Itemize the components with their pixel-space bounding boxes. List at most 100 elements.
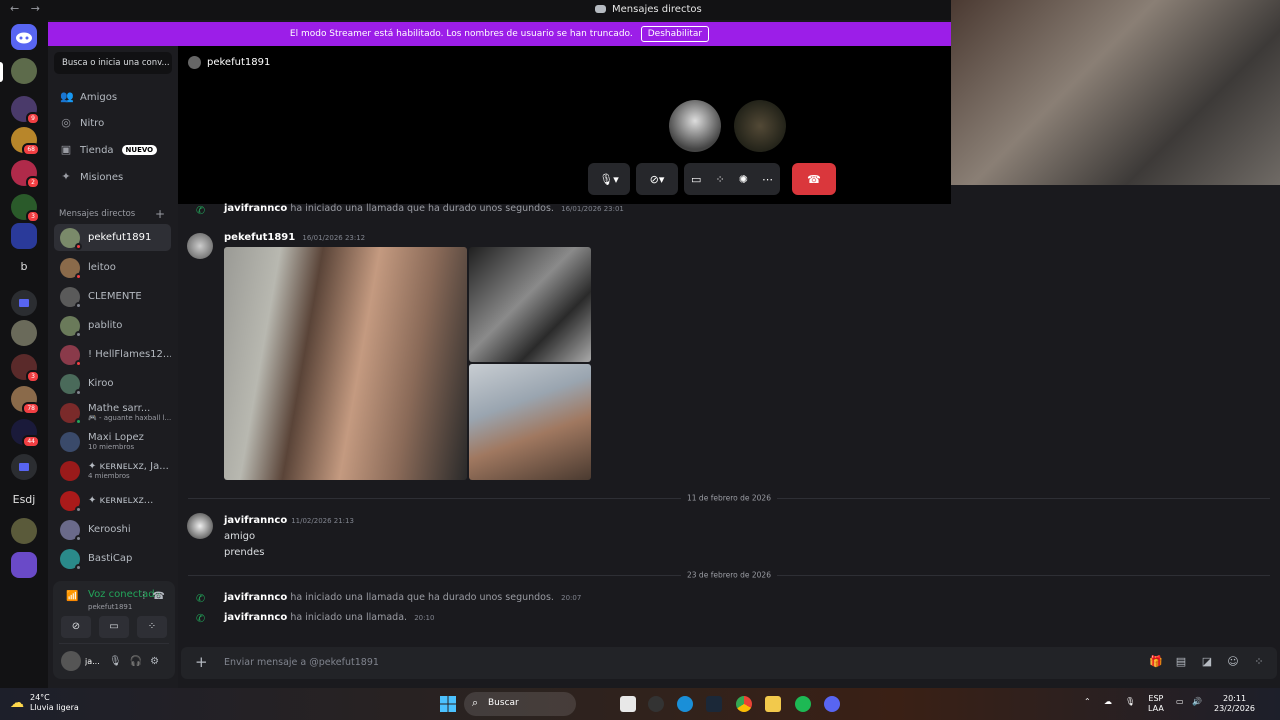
taskbar-search[interactable]: ⌕ Buscar	[464, 692, 576, 716]
server-icon[interactable]: 3	[11, 354, 40, 383]
language-indicator[interactable]: ESP LAA	[1148, 694, 1164, 714]
avatar[interactable]	[187, 233, 213, 259]
image-attachment[interactable]	[469, 364, 591, 480]
dm-item[interactable]: Maxi Lopez 10 miembros	[54, 428, 171, 455]
voice-status[interactable]: Voz conectada	[88, 589, 161, 600]
noise-suppression-icon[interactable]: ⫶	[143, 591, 146, 602]
participant-avatar[interactable]	[734, 100, 786, 152]
file-explorer-icon[interactable]	[620, 696, 636, 712]
nav-friends[interactable]: 👥 Amigos	[60, 91, 117, 103]
dm-item[interactable]: leitoo	[54, 254, 171, 281]
image-attachment[interactable]	[224, 247, 467, 480]
server-icon[interactable]: 2	[11, 160, 40, 189]
headphones-icon[interactable]: 🎧	[130, 656, 142, 667]
volume-icon[interactable]: 🔊	[1192, 697, 1202, 707]
dm-item[interactable]: ✦ ᴋᴇʀɴᴇʟxᴢ, Ja... 4 miembros	[54, 457, 171, 484]
server-icon[interactable]	[11, 223, 37, 249]
steam-icon[interactable]	[706, 696, 722, 712]
dm-item[interactable]: Kerooshi	[54, 516, 171, 543]
server-icon[interactable]	[11, 58, 37, 84]
dm-item[interactable]: Kiroo	[54, 370, 171, 397]
camera-button[interactable]: ⊘▾	[636, 163, 678, 195]
screen-share-button[interactable]: ▭	[99, 616, 129, 638]
server-initial[interactable]: Esdj	[8, 493, 40, 506]
message-composer: + Enviar mensaje a @pekefut1891 🎁 ▤ ◪ ☺ …	[181, 647, 1277, 679]
dm-item[interactable]: ✦ ᴋᴇʀɴᴇʟxᴢ...	[54, 487, 171, 514]
soundboard-icon[interactable]: ✺	[739, 173, 748, 186]
more-icon[interactable]: ⋯	[762, 173, 773, 186]
window-title-text: Mensajes directos	[612, 4, 702, 15]
date-divider: 11 de febrero de 2026	[188, 493, 1270, 503]
server-icon[interactable]: 9	[11, 96, 40, 125]
apps-icon[interactable]: ⁘	[1253, 656, 1265, 668]
forward-button[interactable]: →	[31, 2, 40, 15]
activities-icon[interactable]: ⁘	[715, 173, 724, 186]
discord-taskbar-icon[interactable]	[824, 696, 840, 712]
app-icon[interactable]	[648, 696, 664, 712]
status-indicator	[75, 272, 82, 280]
server-icon[interactable]	[11, 320, 37, 346]
edge-icon[interactable]	[677, 696, 693, 712]
server-icon[interactable]: 68	[11, 127, 40, 156]
new-badge: NUEVO	[121, 145, 158, 155]
mic-icon[interactable]: 🎙	[109, 656, 122, 667]
search-input[interactable]: Busca o inicia una conv...	[54, 52, 172, 74]
avatar[interactable]	[61, 651, 81, 671]
sticker-icon[interactable]: ◪	[1201, 656, 1213, 668]
disable-streamer-button[interactable]: Deshabilitar	[640, 26, 710, 42]
mic-tray-icon[interactable]: 🎙	[1125, 697, 1135, 707]
gif-icon[interactable]: ▤	[1175, 656, 1187, 668]
home-button[interactable]	[11, 24, 37, 50]
status-indicator	[75, 417, 82, 425]
server-initial[interactable]: b	[8, 260, 40, 273]
server-icon[interactable]: 44	[11, 419, 40, 448]
attach-plus-icon[interactable]: +	[195, 653, 208, 671]
avatar[interactable]	[187, 513, 213, 539]
emoji-icon[interactable]: ☺	[1227, 656, 1239, 668]
dm-item[interactable]: Mathe sarr... 🎮 - aguante haxball l...	[54, 399, 171, 426]
screen-share-icon[interactable]: ▭	[691, 173, 701, 186]
hang-up-button[interactable]: ☎	[792, 163, 836, 195]
camera-off-button[interactable]: ⊘	[61, 616, 91, 638]
dm-item[interactable]: CLEMENTE	[54, 283, 171, 310]
onedrive-icon[interactable]: ☁	[1104, 697, 1112, 707]
folder-icon[interactable]	[11, 290, 37, 316]
network-icon[interactable]: ▭	[1176, 697, 1184, 707]
chat-main: pekefut1891 🎙▾ ⊘▾ ▭ ⁘ ✺ ⋯ ☎ ✆ javifrannc…	[178, 0, 1280, 688]
author[interactable]: javifrannco	[224, 612, 287, 623]
server-icon[interactable]: 3	[11, 194, 40, 223]
create-dm-button[interactable]: +	[155, 207, 165, 221]
author[interactable]: javifrannco	[224, 515, 287, 526]
nav-shop[interactable]: ▣ Tienda NUEVO	[60, 144, 158, 156]
dm-item[interactable]: ! HellFlames12...	[54, 341, 171, 368]
nav-quests[interactable]: ✦ Misiones	[60, 171, 123, 183]
image-attachment[interactable]	[469, 247, 591, 362]
dm-item[interactable]: BastiCap	[54, 545, 171, 572]
clock[interactable]: 20:11 23/2/2026	[1214, 694, 1255, 714]
gift-icon[interactable]: 🎁	[1149, 656, 1163, 668]
author[interactable]: javifrannco	[224, 592, 287, 603]
folder-icon[interactable]	[765, 696, 781, 712]
back-button[interactable]: ←	[10, 2, 19, 15]
dm-item[interactable]: pablito	[54, 312, 171, 339]
dm-item[interactable]: pekefut1891	[54, 224, 171, 251]
chrome-icon[interactable]	[736, 696, 752, 712]
message-input[interactable]: Enviar mensaje a @pekefut1891	[224, 657, 379, 668]
participant-avatar[interactable]	[669, 100, 721, 152]
settings-gear-icon[interactable]: ⚙	[150, 656, 159, 667]
server-icon[interactable]	[11, 518, 37, 544]
author[interactable]: javifrannco	[224, 203, 287, 214]
server-icon[interactable]: 78	[11, 386, 40, 415]
author[interactable]: pekefut1891	[224, 232, 295, 243]
tray-chevron-icon[interactable]: ⌃	[1084, 697, 1091, 707]
mute-button[interactable]: 🎙▾	[588, 163, 630, 195]
activities-button[interactable]: ⁘	[137, 616, 167, 638]
nav-nitro[interactable]: ◎ Nitro	[60, 117, 104, 129]
server-folder[interactable]	[11, 552, 37, 578]
weather-widget[interactable]: ☁ 24°C Lluvia ligera	[10, 693, 79, 713]
spotify-icon[interactable]	[795, 696, 811, 712]
windows-start-icon[interactable]	[440, 696, 456, 712]
folder-icon[interactable]	[11, 454, 37, 480]
mention-badge: 9	[26, 112, 40, 125]
disconnect-icon[interactable]: ☎	[153, 591, 165, 602]
